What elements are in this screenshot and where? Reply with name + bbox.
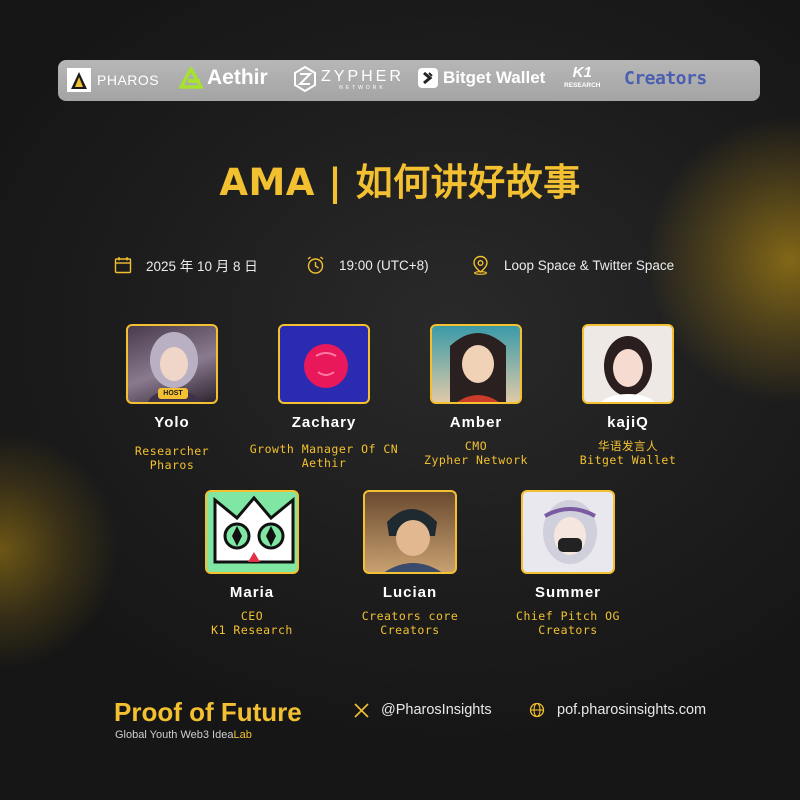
brand-title: Proof of Future bbox=[114, 697, 302, 727]
speaker-role: 华语发言人 bbox=[598, 439, 658, 453]
zypher-subtitle: NETWORK bbox=[339, 84, 386, 91]
website-url: pof.pharosinsights.com bbox=[557, 702, 707, 718]
speaker-name: Lucian bbox=[382, 584, 438, 601]
avatar-amber bbox=[430, 324, 522, 404]
website-link[interactable]: pof.pharosinsights.com bbox=[529, 702, 706, 718]
event-date: 2025 年 10 月 8 日 bbox=[114, 252, 258, 278]
background bbox=[0, 0, 800, 800]
speaker-role: Creators core bbox=[361, 609, 459, 623]
aethir-logo: Aethir bbox=[179, 66, 268, 90]
speaker-name: kajiQ bbox=[607, 414, 649, 431]
globe-icon bbox=[529, 702, 545, 718]
brand-tagline-accent: Lab bbox=[233, 729, 252, 741]
pharos-icon bbox=[67, 68, 91, 92]
avatar-maria bbox=[205, 490, 299, 574]
event-date-text: 2025 年 10 月 8 日 bbox=[146, 259, 258, 274]
brand-tagline: Global Youth Web3 IdeaLab bbox=[115, 729, 252, 741]
twitter-link[interactable]: @PharosInsights bbox=[354, 702, 492, 718]
bitget-wordmark: Bitget Wallet bbox=[443, 68, 546, 87]
avatar-amber-art bbox=[450, 333, 506, 402]
speaker-org: Creators bbox=[380, 623, 440, 637]
speaker-org: Bitget Wallet bbox=[579, 453, 677, 467]
avatar-zachary bbox=[278, 324, 370, 404]
x-twitter-icon bbox=[354, 702, 369, 718]
speaker-name: Maria bbox=[229, 584, 275, 601]
event-time: 19:00 (UTC+8) bbox=[306, 252, 429, 278]
clock-icon bbox=[307, 255, 324, 274]
avatar-maria-art bbox=[213, 495, 295, 564]
bitget-icon bbox=[418, 68, 438, 88]
creators-logo: Creators bbox=[624, 68, 707, 89]
creators-wordmark: Creators bbox=[624, 68, 707, 89]
event-time-text: 19:00 (UTC+8) bbox=[339, 257, 429, 273]
bitget-logo: Bitget Wallet bbox=[418, 68, 545, 88]
aethir-icon bbox=[179, 67, 203, 89]
pharos-logo: PHAROS bbox=[67, 68, 159, 92]
host-badge: HOST bbox=[158, 388, 188, 399]
aethir-wordmark: Aethir bbox=[207, 66, 268, 89]
k1-wordmark: K1 bbox=[572, 64, 592, 81]
zypher-logo: ZYPHER NETWORK bbox=[294, 66, 404, 92]
speaker-org: Creators bbox=[538, 623, 598, 637]
avatar-zachary-art bbox=[304, 344, 348, 388]
speaker-role: Chief Pitch OG bbox=[516, 609, 620, 623]
avatar-summer bbox=[521, 490, 615, 574]
pharos-wordmark: PHAROS bbox=[97, 72, 160, 88]
location-pin-icon bbox=[473, 255, 488, 275]
speaker-role: CEO bbox=[240, 609, 264, 623]
avatar-yolo: HOST bbox=[126, 324, 218, 404]
event-location: Loop Space & Twitter Space bbox=[471, 252, 674, 278]
zypher-icon bbox=[294, 66, 316, 92]
k1-subtitle: RESEARCH bbox=[564, 82, 601, 89]
page-title: AMA | 如何讲好故事 bbox=[219, 161, 581, 204]
twitter-handle: @PharosInsights bbox=[381, 702, 492, 718]
event-location-text: Loop Space & Twitter Space bbox=[504, 257, 675, 273]
avatar-kajiq bbox=[582, 324, 674, 404]
k1-logo: K1 RESEARCH bbox=[564, 65, 600, 90]
zypher-wordmark: ZYPHER bbox=[321, 67, 404, 85]
avatar-lucian-art bbox=[384, 509, 442, 572]
avatar-lucian bbox=[363, 490, 457, 574]
partner-logo-bar: PHAROS Aethir ZYPHER NETWORK Bitget Wall… bbox=[58, 60, 760, 101]
avatar-kajiq-art bbox=[601, 336, 655, 402]
calendar-icon bbox=[114, 257, 132, 274]
avatar-summer-art bbox=[543, 500, 597, 564]
speaker-org: K1 Research bbox=[211, 623, 293, 637]
brand-tagline-main: Global Youth Web3 Idea bbox=[115, 729, 234, 741]
speaker-name: Summer bbox=[534, 584, 602, 601]
